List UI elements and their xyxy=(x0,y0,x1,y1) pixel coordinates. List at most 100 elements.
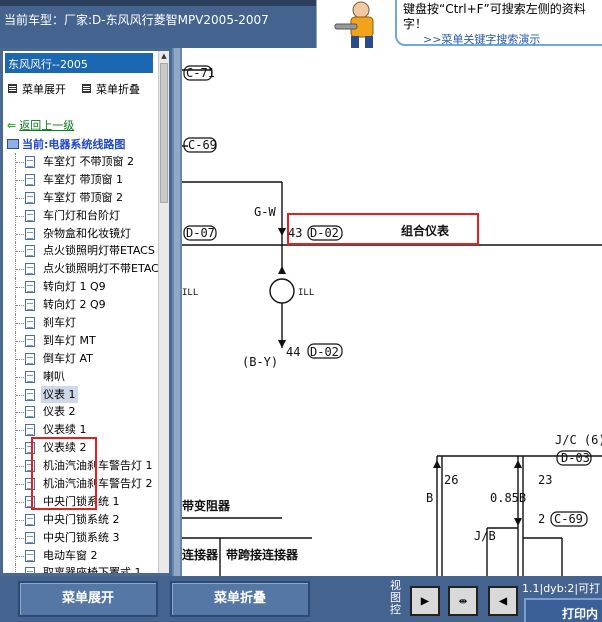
document-tree: 车室灯 不带顶窗 2 车室灯 带顶窗 1 车室灯 带顶窗 2 车门灯和台阶灯 杂物盒和化… xyxy=(3,153,161,573)
tree-connector xyxy=(15,475,24,493)
arrow-right-icon: ▶ xyxy=(420,593,430,609)
top-stripe xyxy=(0,0,316,6)
tree-connector xyxy=(15,314,24,332)
print-button[interactable]: 打印内 xyxy=(524,598,602,622)
label-resistor: 带变阻器 xyxy=(182,498,231,513)
menu-expand-link[interactable]: 菜单展开 xyxy=(8,81,66,97)
tree-item-label: 中央门锁系统 3 xyxy=(43,530,120,544)
tree-connector xyxy=(15,403,24,422)
tree-item[interactable]: 中央门锁系统 2 xyxy=(3,510,161,529)
document-icon xyxy=(25,424,35,437)
tree-item-label: 车室灯 带顶窗 2 xyxy=(43,190,123,204)
scroll-up-icon[interactable]: ▲ xyxy=(159,51,169,61)
tree-connector xyxy=(15,492,24,511)
tree-item-label: 电动车窗 2 xyxy=(43,548,98,562)
tree-item[interactable]: 点火锁照明灯不带ETAC xyxy=(3,260,161,279)
tree-item[interactable]: 仪表 2 xyxy=(3,403,161,422)
menu-collapse-button[interactable]: 菜单折叠 xyxy=(170,581,310,617)
tree-item-label: 仪表 2 xyxy=(43,405,76,419)
tree-item[interactable]: 中央门锁系统 3 xyxy=(3,528,161,547)
document-icon xyxy=(25,191,35,204)
back-link-label: 返回上一级 xyxy=(19,119,75,132)
tree-item[interactable]: 到车灯 MT xyxy=(3,331,161,350)
tree-connector xyxy=(15,224,24,243)
tree-connector xyxy=(15,260,24,279)
back-link[interactable]: ⇐ 返回上一级 xyxy=(7,117,74,133)
view-left-button[interactable]: ◀ xyxy=(488,586,518,616)
label-by: (B-Y) xyxy=(242,355,278,369)
view-split-button[interactable]: ⇹ xyxy=(448,586,478,616)
tree-item[interactable]: 车室灯 带顶窗 1 xyxy=(3,170,161,189)
document-icon xyxy=(25,406,35,419)
tree-connector xyxy=(15,510,24,529)
tree-connector xyxy=(15,564,24,573)
tree-connector xyxy=(15,546,24,565)
tree-connector xyxy=(15,385,24,404)
label-c69-b: C-69 xyxy=(554,512,583,526)
tree-item[interactable]: 车室灯 不带顶窗 2 xyxy=(3,153,161,171)
tree-item[interactable]: 转向灯 1 Q9 xyxy=(3,278,161,297)
tree-item[interactable]: 杂物盒和化妆镜灯 xyxy=(3,224,161,243)
label-pin43: 43 xyxy=(288,226,302,240)
view-right-button[interactable]: ▶ xyxy=(410,586,440,616)
document-icon xyxy=(25,245,35,258)
tip-line-1: 键盘按“Ctrl+F”可搜索左侧的资料 xyxy=(403,2,586,16)
document-icon xyxy=(25,370,35,383)
document-icon xyxy=(25,549,35,562)
tree-item-label: 转向灯 1 Q9 xyxy=(43,280,106,294)
tree-item[interactable]: 车门灯和台阶灯 xyxy=(3,206,161,225)
top-bar: 当前车型：厂家:D-东风风行菱智MPV2005-2007 键盘按“Ctrl+F”… xyxy=(0,0,602,48)
label-d02-b: D-02 xyxy=(310,345,339,359)
computer-icon xyxy=(7,139,19,149)
label-ill: ILL xyxy=(298,288,314,298)
label-gw: G-W xyxy=(254,205,276,219)
tree-item[interactable]: 刹车灯 xyxy=(3,314,161,332)
tree-item-label: 车室灯 不带顶窗 2 xyxy=(43,155,134,168)
scroll-thumb[interactable] xyxy=(160,63,168,203)
document-icon xyxy=(25,299,35,312)
tree-item[interactable]: 取离器座椅下置式 1 xyxy=(3,564,161,573)
menu-collapse-link[interactable]: 菜单折叠 xyxy=(82,81,140,97)
split-arrows-icon: ⇹ xyxy=(458,593,468,609)
tree-connector xyxy=(15,367,24,386)
model-heading[interactable]: 东风风行--2005 xyxy=(5,53,153,73)
tree-highlight-box xyxy=(31,437,97,510)
search-demo-link[interactable]: >>菜单关键字搜索演示 xyxy=(423,31,540,47)
document-icon xyxy=(25,156,35,168)
tree-item-label: 中央门锁系统 2 xyxy=(43,512,120,526)
document-icon xyxy=(25,173,35,186)
divider-grip[interactable] xyxy=(174,48,180,576)
mechanic-icon xyxy=(321,0,393,48)
tree-item[interactable]: 倒车灯 AT xyxy=(3,349,161,368)
tree-item[interactable]: 车室灯 带顶窗 2 xyxy=(3,188,161,207)
tree-connector xyxy=(15,188,24,207)
tree-item-label: 点火锁照明灯不带ETAC xyxy=(43,262,159,276)
pane-divider[interactable] xyxy=(172,48,182,576)
status-text: 1.1|dyb:2|可打 xyxy=(522,582,601,595)
tree-item[interactable]: 转向灯 2 Q9 xyxy=(3,296,161,315)
label-pin44: 44 xyxy=(286,345,300,359)
menu-expand-button[interactable]: 菜单展开 xyxy=(18,581,158,617)
sidebar-scrollbar[interactable]: ▲ xyxy=(158,51,169,573)
tree-connector xyxy=(15,242,24,261)
tree-item[interactable]: 喇叭 xyxy=(3,367,161,386)
tree-item[interactable]: 点火锁照明灯带ETACS xyxy=(3,242,161,261)
tree-item-label: 到车灯 MT xyxy=(43,333,96,347)
document-icon xyxy=(25,567,35,573)
tree-item-label: 仪表 1 xyxy=(41,385,78,404)
sidebar: 东风风行--2005 菜单展开 菜单折叠 ⇐ 返回上一级 当前:电器系统线路图 车… xyxy=(0,48,172,576)
tree-connector xyxy=(15,153,24,171)
tree-item-label: 杂物盒和化妆镜灯 xyxy=(43,226,131,240)
document-icon xyxy=(25,531,35,544)
tree-item[interactable]: 仪表 1 xyxy=(3,385,161,404)
document-icon xyxy=(25,352,35,365)
label-c69-top: C-69 xyxy=(188,138,217,152)
tree-connector xyxy=(15,170,24,189)
tree-item[interactable]: 电动车窗 2 xyxy=(3,546,161,565)
label-pin23: 23 xyxy=(538,473,552,487)
tip-panel: 键盘按“Ctrl+F”可搜索左侧的资料 字！ >>菜单关键字搜索演示 xyxy=(395,0,602,46)
tip-line-2: 字！ xyxy=(403,17,428,31)
wiring-diagram-view[interactable]: C-71 C-69 G-W D-07 43 D-02 组合仪表 ILL ILL … xyxy=(182,48,602,576)
tree-item-label: 倒车灯 AT xyxy=(43,351,93,365)
document-icon xyxy=(25,334,35,347)
